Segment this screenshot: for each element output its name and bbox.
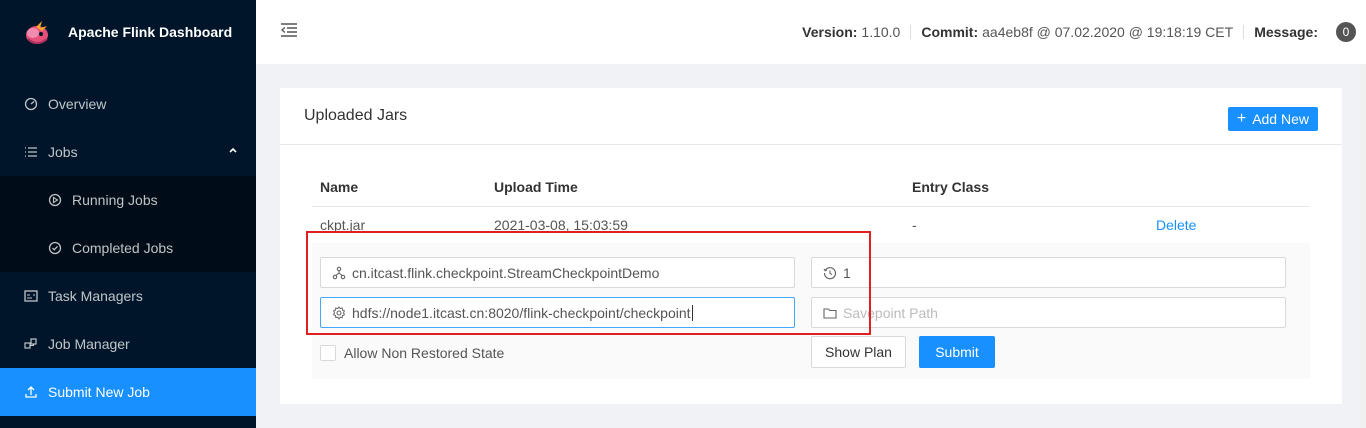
column-header-actions bbox=[1148, 169, 1310, 207]
program-arguments-input[interactable]: hdfs://node1.itcast.cn:8020/flink-checkp… bbox=[320, 297, 795, 328]
text-caret bbox=[691, 304, 693, 321]
schedule-icon bbox=[24, 289, 38, 303]
folder-icon bbox=[823, 306, 837, 320]
gear-icon bbox=[332, 305, 346, 320]
table-header-row: Name Upload Time Entry Class bbox=[312, 169, 1310, 207]
divider bbox=[1243, 25, 1245, 39]
dashboard-icon bbox=[24, 97, 38, 111]
vertical-scrollbar[interactable] bbox=[1360, 64, 1366, 428]
history-icon bbox=[823, 266, 837, 280]
program-arguments-value: hdfs://node1.itcast.cn:8020/flink-checkp… bbox=[352, 304, 691, 321]
commit-label: Commit: bbox=[921, 24, 979, 40]
plus-icon: + bbox=[1236, 110, 1247, 127]
entry-class-input[interactable]: cn.itcast.flink.checkpoint.StreamCheckpo… bbox=[320, 257, 795, 288]
sidebar-item-job-manager[interactable]: Job Manager bbox=[0, 320, 256, 368]
message-label[interactable]: Message: bbox=[1254, 24, 1318, 40]
sidebar-item-submit-new-job[interactable]: Submit New Job bbox=[0, 368, 256, 416]
menu-fold-icon[interactable] bbox=[280, 22, 298, 38]
sidebar-menu: Overview Jobs Running Jobs Completed Job… bbox=[0, 80, 256, 416]
version-info: Version: 1.10.0 Commit: aa4eb8f @ 07.02.… bbox=[802, 0, 1356, 64]
sidebar-item-jobs[interactable]: Jobs bbox=[0, 128, 256, 176]
sidebar-item-label: Running Jobs bbox=[72, 192, 158, 208]
branches-icon bbox=[332, 266, 346, 280]
checkbox-box[interactable] bbox=[320, 345, 336, 361]
parallelism-input[interactable]: 1 bbox=[811, 257, 1286, 288]
flink-logo-icon bbox=[26, 21, 48, 44]
submit-button[interactable]: Submit bbox=[919, 336, 995, 368]
card-title: Uploaded Jars bbox=[304, 107, 408, 124]
sidebar-item-label: Jobs bbox=[48, 144, 78, 160]
jar-entry-class: - bbox=[912, 217, 917, 234]
uploaded-jars-card: Uploaded Jars + Add New Name Upload Time… bbox=[280, 88, 1342, 404]
list-icon bbox=[24, 145, 38, 159]
sidebar-item-label: Submit New Job bbox=[48, 384, 150, 400]
savepoint-placeholder: Savepoint Path bbox=[843, 304, 938, 321]
divider bbox=[910, 25, 912, 39]
sidebar-item-label: Task Managers bbox=[48, 288, 143, 304]
sidebar-item-label: Completed Jobs bbox=[72, 240, 174, 256]
savepoint-path-input[interactable]: Savepoint Path bbox=[811, 297, 1286, 328]
sidebar-item-overview[interactable]: Overview bbox=[0, 80, 256, 128]
version-value: 1.10.0 bbox=[861, 24, 901, 40]
add-new-label: Add New bbox=[1252, 111, 1309, 127]
cluster-icon bbox=[24, 337, 38, 351]
upload-icon bbox=[24, 385, 38, 399]
sidebar-item-label: Overview bbox=[48, 96, 107, 112]
checkbox-label: Allow Non Restored State bbox=[344, 345, 505, 361]
entry-class-value: cn.itcast.flink.checkpoint.StreamCheckpo… bbox=[352, 264, 660, 281]
jar-upload-time: 2021-03-08, 15:03:59 bbox=[494, 217, 628, 234]
jar-name: ckpt.jar bbox=[320, 217, 366, 234]
card-header: Uploaded Jars + Add New bbox=[280, 88, 1342, 145]
submit-form: cn.itcast.flink.checkpoint.StreamCheckpo… bbox=[312, 243, 1310, 379]
sidebar-item-task-managers[interactable]: Task Managers bbox=[0, 272, 256, 320]
column-header-entry-class: Entry Class bbox=[904, 169, 1148, 207]
message-count-badge[interactable]: 0 bbox=[1336, 22, 1356, 42]
sidebar-item-running-jobs[interactable]: Running Jobs bbox=[0, 176, 256, 224]
brand[interactable]: Apache Flink Dashboard bbox=[0, 0, 256, 64]
jars-table: Name Upload Time Entry Class ckpt.jar 20… bbox=[312, 169, 1310, 244]
chevron-up-icon bbox=[229, 147, 237, 153]
parallelism-value: 1 bbox=[843, 264, 851, 281]
sidebar-item-label: Job Manager bbox=[48, 336, 130, 352]
commit-value: aa4eb8f @ 07.02.2020 @ 19:18:19 CET bbox=[982, 24, 1234, 40]
add-new-button[interactable]: + Add New bbox=[1227, 107, 1318, 131]
allow-non-restored-checkbox[interactable]: Allow Non Restored State bbox=[320, 345, 504, 361]
sidebar-item-completed-jobs[interactable]: Completed Jobs bbox=[0, 224, 256, 272]
app-title: Apache Flink Dashboard bbox=[68, 24, 233, 40]
delete-link[interactable]: Delete bbox=[1156, 217, 1196, 233]
top-header: Version: 1.10.0 Commit: aa4eb8f @ 07.02.… bbox=[256, 0, 1366, 64]
table-row[interactable]: ckpt.jar 2021-03-08, 15:03:59 - Delete bbox=[312, 206, 1310, 244]
sidebar: Apache Flink Dashboard Overview Jobs Run… bbox=[0, 0, 256, 428]
column-header-upload-time: Upload Time bbox=[486, 169, 904, 207]
show-plan-button[interactable]: Show Plan bbox=[811, 336, 906, 368]
check-circle-icon bbox=[48, 241, 62, 255]
play-circle-icon bbox=[48, 193, 62, 207]
version-label: Version: bbox=[802, 24, 858, 40]
column-header-name: Name bbox=[312, 169, 486, 207]
